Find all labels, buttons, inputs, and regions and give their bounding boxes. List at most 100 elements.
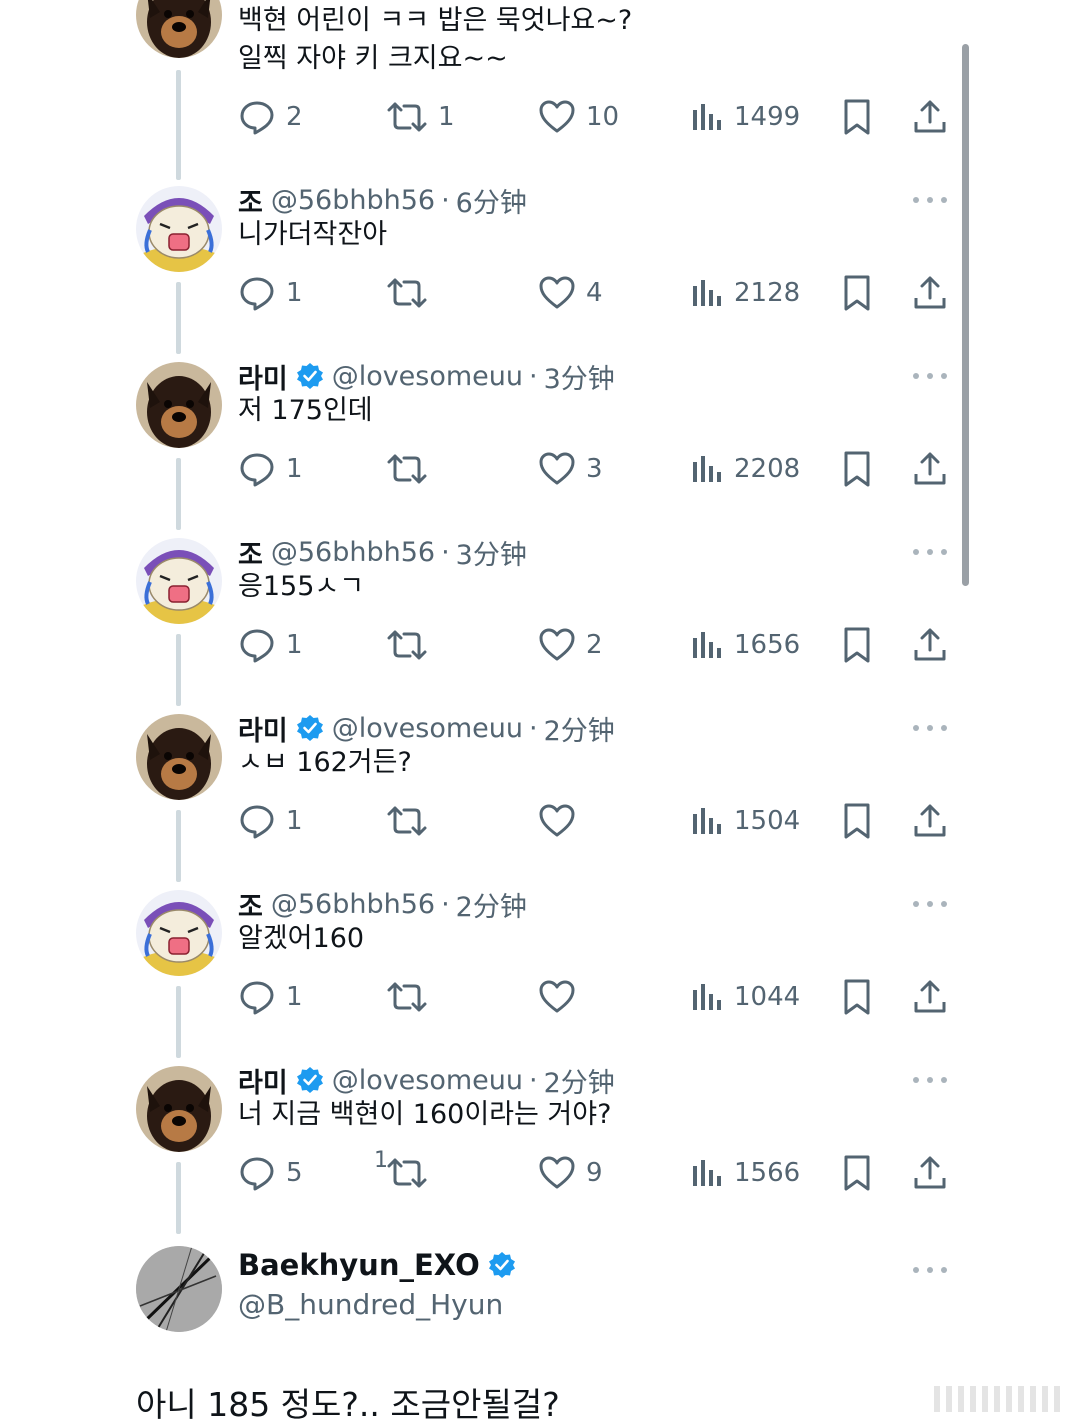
more-dots-icon[interactable]	[910, 894, 950, 914]
avatar-cartoon[interactable]	[136, 186, 222, 272]
views-button[interactable]: 1504	[690, 796, 800, 846]
share-button[interactable]	[912, 972, 948, 1022]
timestamp[interactable]: 2分钟	[456, 885, 527, 924]
user-handle[interactable]: @B_hundred_Hyun	[238, 1288, 503, 1321]
views-count: 1499	[734, 102, 801, 132]
retweet-button[interactable]	[386, 620, 428, 670]
reply-button[interactable]: 2	[238, 92, 303, 142]
share-button[interactable]	[912, 620, 948, 670]
share-button[interactable]	[912, 444, 948, 494]
reply-button[interactable]: 1	[238, 972, 303, 1022]
reply-button[interactable]: 1	[238, 444, 303, 494]
heart-icon	[539, 452, 575, 485]
bar-chart-icon	[693, 984, 721, 1010]
share-button[interactable]	[912, 268, 948, 318]
like-button[interactable]: 2	[538, 620, 603, 670]
reply-button[interactable]: 5	[238, 1148, 303, 1198]
retweet-button[interactable]	[386, 972, 428, 1022]
avatar-dog[interactable]	[136, 362, 222, 448]
views-button[interactable]: 2128	[690, 268, 800, 318]
user-handle[interactable]: @56bhbh56	[271, 185, 435, 216]
more-dots-icon[interactable]	[910, 542, 950, 562]
share-button[interactable]	[912, 92, 948, 142]
reply-tweet[interactable]: 라미 @lovesomeuu · 3分钟 저 175인데 1 3 2208	[0, 356, 1000, 532]
reply-tweet[interactable]: 라미 @lovesomeuu · 2分钟 너 지금 백현이 160이라는 거야?…	[0, 1060, 1000, 1236]
avatar-cartoon[interactable]	[136, 890, 222, 976]
like-button[interactable]: 10	[538, 92, 619, 142]
bookmark-button[interactable]	[840, 972, 874, 1022]
scrollbar[interactable]	[962, 44, 969, 586]
display-name[interactable]: 조	[238, 181, 263, 220]
reply-button[interactable]: 1	[238, 620, 303, 670]
retweet-button[interactable]	[386, 1148, 428, 1198]
reply-tweet[interactable]: 조 @56bhbh56 · 2分钟 알겠어160 1 1044	[0, 884, 1000, 1060]
bookmark-button[interactable]	[840, 620, 874, 670]
share-button[interactable]	[912, 796, 948, 846]
more-dots-icon[interactable]	[910, 718, 950, 738]
display-name[interactable]: 라미	[238, 709, 288, 748]
more-dots-icon[interactable]	[910, 366, 950, 386]
avatar-cartoon[interactable]	[136, 538, 222, 624]
reply-tweet[interactable]: 조 @56bhbh56 · 3分钟 응155ㅅㄱ 1 2 1656	[0, 532, 1000, 708]
reply-meta: 라미 @lovesomeuu · 3分钟	[238, 356, 615, 396]
views-button[interactable]: 1566	[690, 1148, 800, 1198]
more-dots-icon[interactable]	[910, 1260, 950, 1280]
avatar-dog[interactable]	[136, 1066, 222, 1152]
bookmark-button[interactable]	[840, 796, 874, 846]
user-handle[interactable]: @lovesomeuu	[332, 713, 523, 744]
retweet-button[interactable]: 1	[386, 92, 455, 142]
display-name[interactable]: 라미	[238, 1061, 288, 1100]
views-button[interactable]: 1044	[690, 972, 800, 1022]
views-button[interactable]: 2208	[690, 444, 800, 494]
like-button[interactable]: 3	[538, 444, 603, 494]
bookmark-button[interactable]	[840, 92, 874, 142]
timestamp[interactable]: 3分钟	[456, 533, 527, 572]
display-name[interactable]: 조	[238, 533, 263, 572]
reply-tweet[interactable]: 조 @56bhbh56 · 6分钟 니가더작잔아 1 4 2128	[0, 180, 1000, 356]
user-handle[interactable]: @56bhbh56	[271, 889, 435, 920]
user-handle[interactable]: @lovesomeuu	[332, 361, 523, 392]
reply-button[interactable]: 1	[238, 268, 303, 318]
reply-tweet[interactable]: 라미 @lovesomeuu · 2分钟 ㅅㅂ 162거든? 1 1504	[0, 708, 1000, 884]
display-name[interactable]: 조	[238, 885, 263, 924]
timestamp[interactable]: 3分钟	[544, 357, 615, 396]
retweet-button[interactable]	[386, 444, 428, 494]
heart-icon	[539, 980, 575, 1013]
like-count: 3	[586, 454, 603, 484]
display-name[interactable]: 라미	[238, 357, 288, 396]
avatar-dog[interactable]	[136, 0, 222, 58]
avatar-baekhyun[interactable]	[136, 1246, 222, 1332]
more-dots-icon[interactable]	[910, 1070, 950, 1090]
tweet-text-line: ㅅㅂ 162거든?	[238, 747, 412, 778]
reply-button[interactable]: 1	[238, 796, 303, 846]
bookmark-button[interactable]	[840, 1148, 874, 1198]
bookmark-icon	[844, 1155, 870, 1191]
timestamp[interactable]: 2分钟	[544, 709, 615, 748]
display-name[interactable]: Baekhyun_EXO	[238, 1248, 480, 1282]
bar-chart-icon	[693, 104, 721, 130]
main-tweet[interactable]: Baekhyun_EXO @B_hundred_Hyun 아니 185 정도?.…	[0, 1240, 1000, 1424]
bookmark-button[interactable]	[840, 444, 874, 494]
separator-dot: ·	[529, 712, 538, 744]
share-button[interactable]	[912, 1148, 948, 1198]
bookmark-icon	[844, 275, 870, 311]
views-button[interactable]: 1499	[690, 92, 800, 142]
views-button[interactable]: 1656	[690, 620, 800, 670]
like-button[interactable]: 4	[538, 268, 603, 318]
reply-meta: 라미 @lovesomeuu · 2分钟	[238, 708, 615, 748]
timestamp[interactable]: 6分钟	[456, 181, 527, 220]
user-handle[interactable]: @56bhbh56	[271, 537, 435, 568]
avatar-dog[interactable]	[136, 714, 222, 800]
action-bar: 1 4 2128	[238, 268, 958, 318]
like-button[interactable]	[538, 972, 576, 1022]
user-handle[interactable]: @lovesomeuu	[332, 1065, 523, 1096]
more-dots-icon[interactable]	[910, 190, 950, 210]
reply-tweet[interactable]: 백현 어린이 ㅋㅋ 밥은 묵엇나요~? 일찍 자야 키 크지요~~ 2 1 10…	[0, 0, 1000, 176]
like-button[interactable]	[538, 796, 576, 846]
bookmark-button[interactable]	[840, 268, 874, 318]
like-button[interactable]: 9	[538, 1148, 603, 1198]
timestamp[interactable]: 2分钟	[544, 1061, 615, 1100]
retweet-button[interactable]	[386, 796, 428, 846]
retweet-arrows-icon	[387, 278, 427, 308]
retweet-button[interactable]	[386, 268, 428, 318]
